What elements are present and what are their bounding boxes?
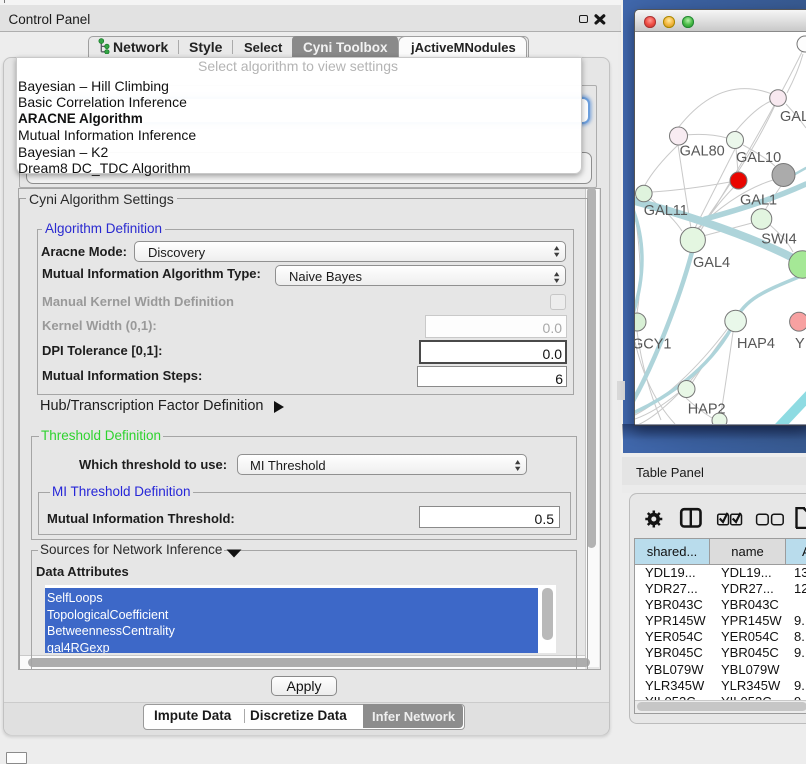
svg-text:Y: Y	[795, 336, 805, 352]
svg-text:GAL: GAL	[780, 109, 806, 125]
svg-text:GAL11: GAL11	[644, 203, 688, 219]
svg-text:GAL1: GAL1	[740, 193, 777, 209]
svg-text:HAP4: HAP4	[737, 336, 775, 352]
svg-text:SWI4: SWI4	[761, 232, 796, 248]
svg-text:HAP2: HAP2	[688, 402, 726, 418]
svg-text:GCY1: GCY1	[635, 337, 672, 353]
svg-text:GAL10: GAL10	[736, 150, 781, 166]
svg-text:GAL80: GAL80	[680, 144, 725, 160]
svg-text:GAL4: GAL4	[693, 255, 730, 271]
